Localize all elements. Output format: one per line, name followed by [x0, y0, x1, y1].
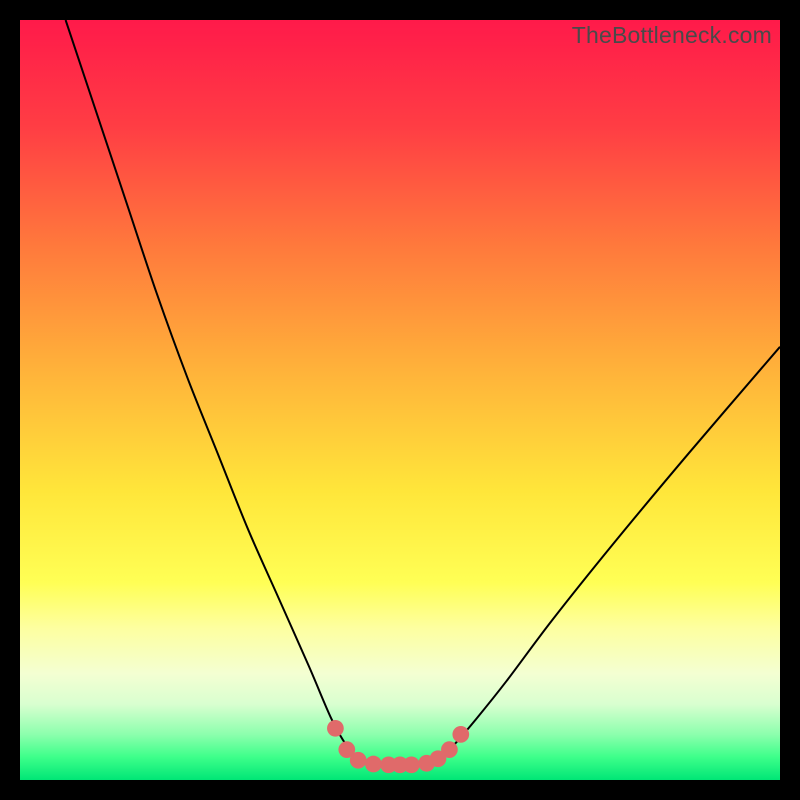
chart-frame: TheBottleneck.com — [0, 0, 800, 800]
highlight-dot — [452, 726, 469, 743]
highlight-dot — [365, 756, 382, 773]
highlight-dot — [327, 720, 344, 737]
curve-layer — [20, 20, 780, 780]
highlight-dot — [350, 752, 367, 769]
bottleneck-curve — [66, 20, 780, 765]
highlight-dot — [403, 756, 420, 773]
highlight-dot — [441, 741, 458, 758]
plot-area: TheBottleneck.com — [20, 20, 780, 780]
highlight-dots — [327, 720, 469, 773]
